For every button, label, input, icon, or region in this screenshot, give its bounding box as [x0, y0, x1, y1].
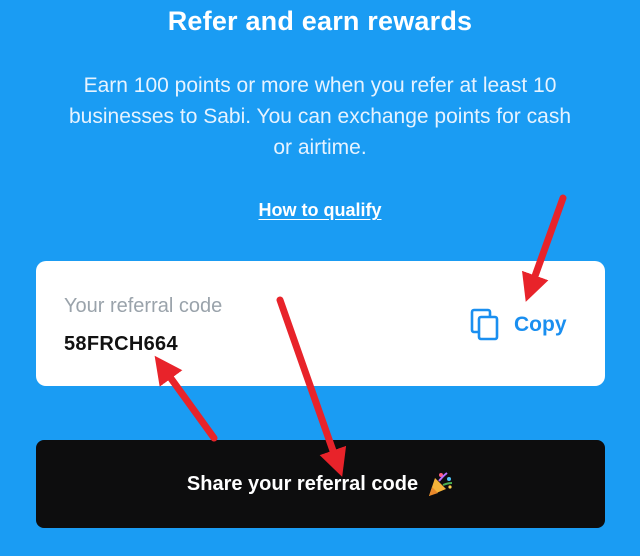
- referral-screen: Refer and earn rewards Earn 100 points o…: [0, 0, 640, 556]
- description-line: businesses to Sabi. You can exchange poi…: [68, 105, 571, 128]
- page-title: Refer and earn rewards: [167, 6, 473, 36]
- description-line: or airtime.: [273, 136, 367, 159]
- copy-button[interactable]: Copy: [470, 307, 567, 343]
- copy-label: Copy: [514, 313, 567, 336]
- share-button-label: Share your referral code: [186, 472, 419, 495]
- referral-description: Earn 100 points or more when you refer a…: [30, 70, 610, 163]
- referral-code-card: Your referral code 58FRCH664 Copy: [36, 261, 605, 386]
- share-referral-code-button[interactable]: Share your referral code: [36, 440, 605, 528]
- copy-icon: [470, 308, 500, 342]
- referral-code-label: Your referral code: [64, 295, 223, 317]
- description-line: Earn 100 points or more when you refer a…: [83, 74, 557, 97]
- party-popper-icon: [426, 470, 454, 498]
- qualify-link-container: How to qualify: [0, 200, 640, 221]
- how-to-qualify-link[interactable]: How to qualify: [259, 200, 382, 220]
- referral-code-value: 58FRCH664: [64, 333, 178, 355]
